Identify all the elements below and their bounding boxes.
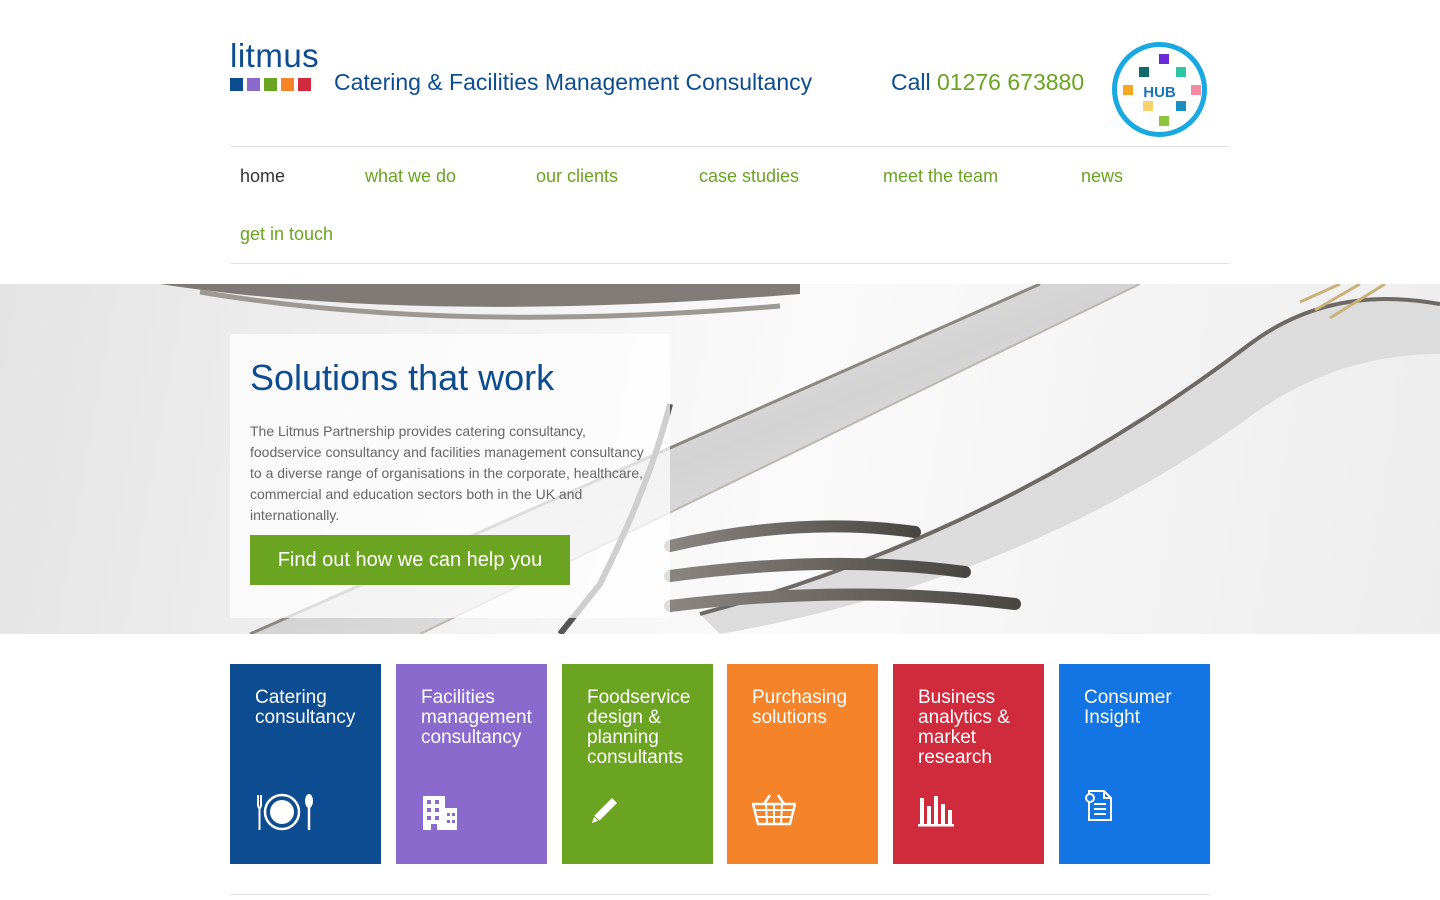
- tile-consumer-insight[interactable]: Consumer Insight: [1059, 664, 1210, 864]
- tile-foodservice-design[interactable]: Foodservice design & planning consultant…: [562, 664, 713, 864]
- hub-square: [1159, 54, 1169, 64]
- logo-squares: [230, 78, 311, 91]
- tile-title: Catering consultancy: [255, 687, 356, 728]
- nav-case-studies[interactable]: case studies: [699, 166, 799, 187]
- logo-square-blue: [230, 78, 243, 91]
- tile-purchasing-solutions[interactable]: Purchasing solutions: [727, 664, 878, 864]
- nav-divider: [230, 263, 1230, 264]
- hub-square: [1176, 67, 1186, 77]
- header-divider: [230, 146, 1230, 147]
- nav-meet-the-team[interactable]: meet the team: [883, 166, 998, 187]
- logo-text: litmus: [230, 37, 320, 74]
- hub-square: [1176, 101, 1186, 111]
- hub-label: HUB: [1143, 84, 1176, 101]
- tile-title: Purchasing solutions: [752, 687, 848, 728]
- logo-square-green: [264, 78, 277, 91]
- tile-facilities-management[interactable]: Facilities management consultancy: [396, 664, 547, 864]
- tile-title: Consumer Insight: [1084, 687, 1172, 728]
- call-us: Call 01276 673880: [891, 69, 1084, 96]
- nav-news[interactable]: news: [1081, 166, 1123, 187]
- footer-divider: [230, 894, 1210, 895]
- find-out-help-button[interactable]: Find out how we can help you: [250, 535, 570, 585]
- hero-title: Solutions that work: [250, 357, 555, 398]
- tile-title: Business analytics & market research: [918, 687, 1010, 768]
- call-label: Call: [891, 69, 931, 95]
- logo-square-orange: [281, 78, 294, 91]
- hero-panel: Solutions that work The Litmus Partnersh…: [230, 334, 670, 618]
- nav-home[interactable]: home: [240, 166, 285, 187]
- tile-title: Facilities management consultancy: [421, 687, 532, 748]
- building-icon: [423, 796, 457, 830]
- nav-our-clients[interactable]: our clients: [536, 166, 618, 187]
- logo-square-purple: [247, 78, 260, 91]
- document-icon: [1085, 790, 1112, 821]
- tile-title: Foodservice design & planning consultant…: [587, 687, 691, 768]
- nav-get-in-touch[interactable]: get in touch: [240, 224, 333, 245]
- plate-cutlery-icon: [257, 793, 313, 831]
- hero-banner: Solutions that work The Litmus Partnersh…: [0, 284, 1440, 634]
- litmus-logo[interactable]: litmus: [230, 37, 320, 94]
- basket-icon: [752, 794, 796, 826]
- hub-square: [1159, 116, 1169, 126]
- phone-number[interactable]: 01276 673880: [937, 69, 1084, 95]
- pencil-icon: [590, 798, 617, 825]
- tile-business-analytics[interactable]: Business analytics & market research: [893, 664, 1044, 864]
- site-tagline: Catering & Facilities Management Consult…: [334, 69, 813, 95]
- hero-description: The Litmus Partnership provides catering…: [250, 423, 644, 523]
- hub-square: [1143, 101, 1153, 111]
- hub-square: [1139, 67, 1149, 77]
- tile-catering-consultancy[interactable]: Catering consultancy: [230, 664, 381, 864]
- bar-chart-icon: [918, 796, 954, 827]
- nav-what-we-do[interactable]: what we do: [365, 166, 456, 187]
- hub-badge[interactable]: HUB: [1112, 42, 1207, 137]
- cutlery-photo: [160, 284, 1440, 634]
- logo-square-red: [298, 78, 311, 91]
